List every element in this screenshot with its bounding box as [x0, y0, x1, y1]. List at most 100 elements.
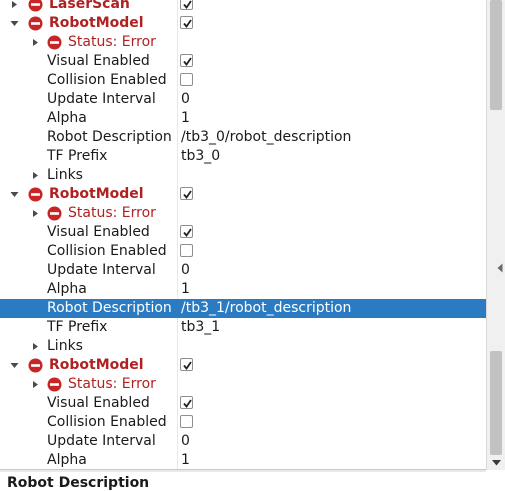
property-row-visual-enabled[interactable]: Visual Enabled — [0, 52, 486, 71]
property-label: Update Interval — [47, 91, 156, 107]
property-label: Alpha — [47, 452, 87, 468]
display-enabled-checkbox[interactable] — [180, 358, 193, 371]
display-enabled-checkbox[interactable] — [180, 0, 193, 10]
expand-arrow-icon[interactable] — [31, 209, 40, 218]
display-row-robotmodel[interactable]: RobotModel — [0, 356, 486, 375]
expand-arrow-icon[interactable] — [31, 380, 40, 389]
visual-enabled-checkbox[interactable] — [180, 396, 193, 409]
error-icon — [28, 0, 43, 12]
property-row-alpha[interactable]: Alpha 1 — [0, 451, 486, 469]
status-label: Status: Error — [68, 205, 156, 221]
vertical-scrollbar[interactable] — [486, 0, 505, 470]
status-label: Status: Error — [68, 34, 156, 50]
property-value[interactable]: 1 — [181, 280, 190, 299]
property-label: TF Prefix — [47, 319, 108, 335]
status-row[interactable]: Status: Error — [0, 33, 486, 52]
property-row-tf-prefix[interactable]: TF Prefix tb3_0 — [0, 147, 486, 166]
property-row-collision-enabled[interactable]: Collision Enabled — [0, 413, 486, 432]
check-icon — [183, 399, 192, 408]
property-row-update-interval[interactable]: Update Interval 0 — [0, 90, 486, 109]
property-row-robot-description[interactable]: Robot Description /tb3_1/robot_descripti… — [0, 299, 486, 318]
collision-enabled-checkbox[interactable] — [180, 244, 193, 257]
display-row-robotmodel[interactable]: RobotModel — [0, 14, 486, 33]
property-label: Visual Enabled — [47, 395, 150, 411]
visual-enabled-checkbox[interactable] — [180, 54, 193, 67]
check-icon — [183, 190, 192, 199]
status-row[interactable]: Status: Error — [0, 204, 486, 223]
check-icon — [183, 0, 192, 9]
property-row-links[interactable]: Links — [0, 166, 486, 185]
display-enabled-checkbox[interactable] — [180, 16, 193, 29]
property-label: Alpha — [47, 110, 87, 126]
property-value[interactable]: /tb3_1/robot_description — [181, 299, 351, 318]
error-icon — [47, 35, 62, 50]
scrollbar-thumb[interactable] — [490, 351, 502, 455]
property-value[interactable]: 0 — [181, 90, 190, 109]
property-label: Links — [47, 338, 83, 354]
property-value[interactable]: 0 — [181, 432, 190, 451]
property-value[interactable]: 0 — [181, 261, 190, 280]
collision-enabled-checkbox[interactable] — [180, 73, 193, 86]
property-row-robot-description[interactable]: Robot Description /tb3_0/robot_descripti… — [0, 128, 486, 147]
display-row-robotmodel[interactable]: RobotModel — [0, 185, 486, 204]
property-value[interactable]: tb3_1 — [181, 318, 220, 337]
check-icon — [183, 57, 192, 66]
display-name: RobotModel — [49, 186, 144, 202]
property-row-collision-enabled[interactable]: Collision Enabled — [0, 242, 486, 261]
status-label: Status: Error — [68, 376, 156, 392]
property-label: Update Interval — [47, 262, 156, 278]
error-icon — [47, 206, 62, 221]
display-name: RobotModel — [49, 357, 144, 373]
description-panel-title: Robot Description — [7, 475, 150, 491]
display-name: RobotModel — [49, 15, 144, 31]
property-label: Alpha — [47, 281, 87, 297]
display-row-laserscan[interactable]: LaserScan — [0, 0, 486, 14]
error-icon — [28, 358, 43, 373]
visual-enabled-checkbox[interactable] — [180, 225, 193, 238]
property-label: Update Interval — [47, 433, 156, 449]
expand-arrow-icon[interactable] — [31, 38, 40, 47]
collapse-arrow-icon[interactable] — [10, 190, 19, 199]
expand-arrow-icon[interactable] — [10, 0, 19, 9]
property-row-links[interactable]: Links — [0, 337, 486, 356]
property-row-visual-enabled[interactable]: Visual Enabled — [0, 223, 486, 242]
error-icon — [28, 187, 43, 202]
property-row-alpha[interactable]: Alpha 1 — [0, 280, 486, 299]
scroll-down-icon[interactable] — [491, 457, 502, 468]
property-label: Robot Description — [47, 300, 172, 316]
property-label: Visual Enabled — [47, 224, 150, 240]
property-row-update-interval[interactable]: Update Interval 0 — [0, 432, 486, 451]
check-icon — [183, 228, 192, 237]
collapse-arrow-icon[interactable] — [10, 361, 19, 370]
collapse-panel-icon[interactable] — [497, 263, 503, 273]
check-icon — [183, 19, 192, 28]
property-value[interactable]: tb3_0 — [181, 147, 220, 166]
check-icon — [183, 361, 192, 370]
property-row-alpha[interactable]: Alpha 1 — [0, 109, 486, 128]
property-label: Collision Enabled — [47, 414, 167, 430]
property-label: Robot Description — [47, 129, 172, 145]
property-row-visual-enabled[interactable]: Visual Enabled — [0, 394, 486, 413]
property-value[interactable]: 1 — [181, 109, 190, 128]
collision-enabled-checkbox[interactable] — [180, 415, 193, 428]
scrollbar-track-upper[interactable] — [490, 0, 502, 110]
display-name: LaserScan — [49, 0, 130, 12]
property-value[interactable]: /tb3_0/robot_description — [181, 128, 351, 147]
property-label: Links — [47, 167, 83, 183]
property-label: Visual Enabled — [47, 53, 150, 69]
status-row[interactable]: Status: Error — [0, 375, 486, 394]
property-row-update-interval[interactable]: Update Interval 0 — [0, 261, 486, 280]
property-label: Collision Enabled — [47, 243, 167, 259]
expand-arrow-icon[interactable] — [31, 171, 40, 180]
collapse-arrow-icon[interactable] — [10, 19, 19, 28]
error-icon — [28, 16, 43, 31]
property-value[interactable]: 1 — [181, 451, 190, 469]
displays-tree[interactable]: LaserScan RobotModel Status: Error Visua… — [0, 0, 486, 469]
property-row-collision-enabled[interactable]: Collision Enabled — [0, 71, 486, 90]
property-label: Collision Enabled — [47, 72, 167, 88]
error-icon — [47, 377, 62, 392]
property-row-tf-prefix[interactable]: TF Prefix tb3_1 — [0, 318, 486, 337]
expand-arrow-icon[interactable] — [31, 342, 40, 351]
display-enabled-checkbox[interactable] — [180, 187, 193, 200]
property-label: TF Prefix — [47, 148, 108, 164]
